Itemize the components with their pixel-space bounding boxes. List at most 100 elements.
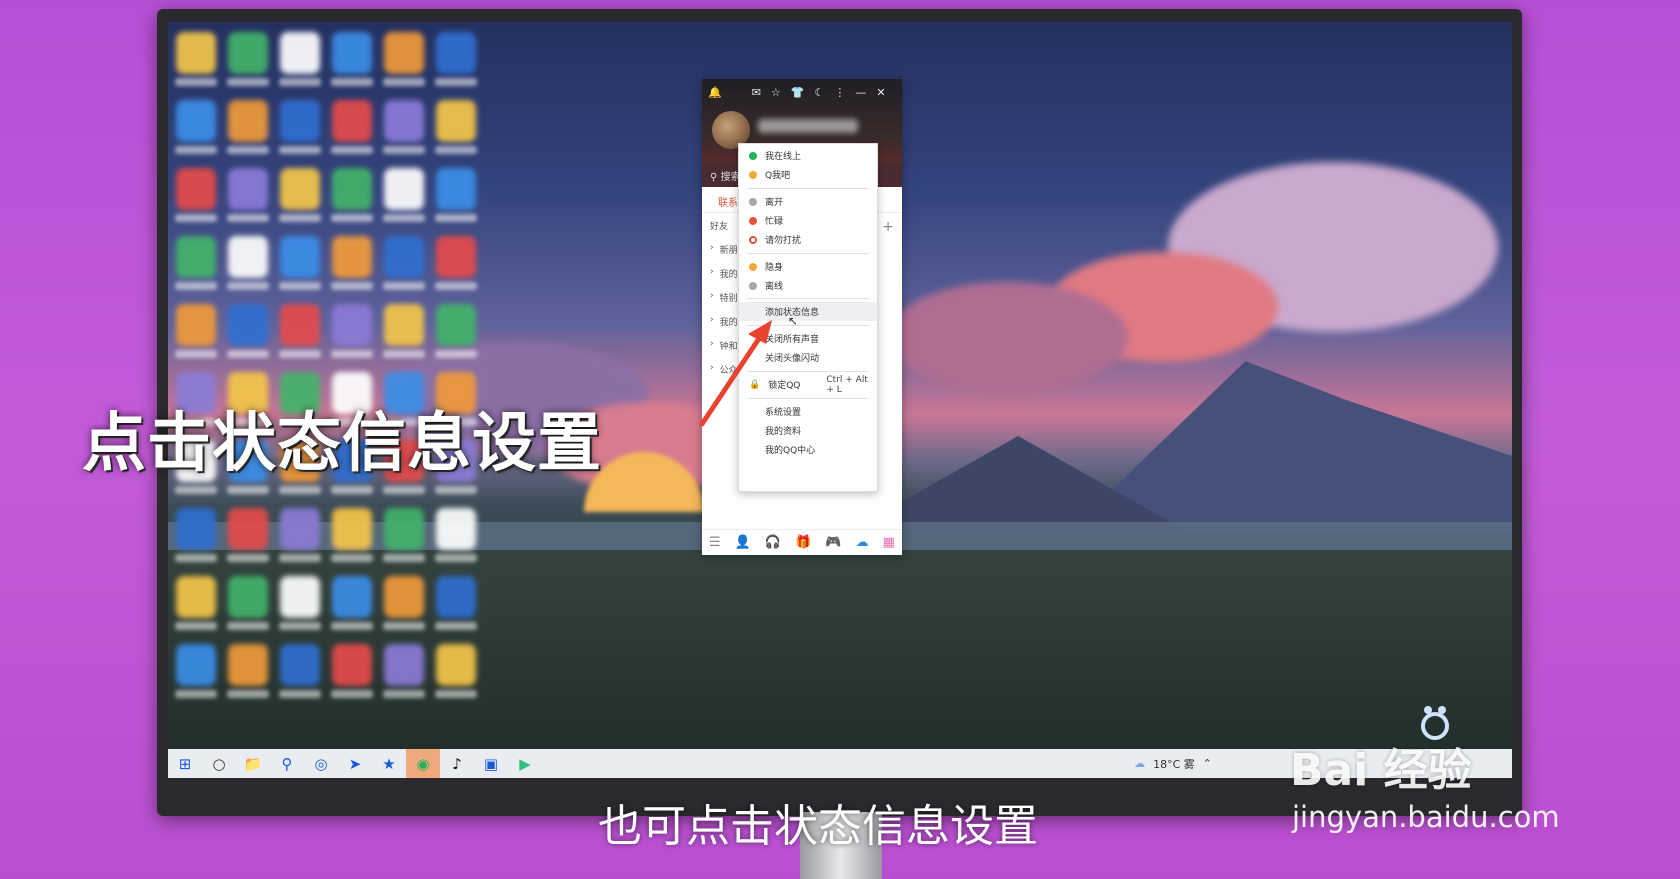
search-icon[interactable]: ○ <box>202 749 236 778</box>
contacts-icon[interactable]: 👤 <box>735 535 751 550</box>
desktop-app-icon[interactable] <box>436 304 476 346</box>
game-icon[interactable]: 🎮 <box>825 535 841 550</box>
desktop-app-icon[interactable] <box>332 576 372 618</box>
menu-item-system-settings[interactable]: 系统设置 <box>739 402 877 421</box>
desktop-app-icon[interactable] <box>228 100 268 142</box>
close-icon[interactable]: ✕ <box>876 86 885 99</box>
desktop-app-icon[interactable] <box>280 304 320 346</box>
more-icon[interactable]: ⋮ <box>834 86 845 99</box>
desktop-app-icon[interactable] <box>280 100 320 142</box>
desktop-app-icon[interactable] <box>280 168 320 210</box>
desktop-app-icon[interactable] <box>384 644 424 686</box>
desktop-app-icon[interactable] <box>332 508 372 550</box>
shirt-icon[interactable]: 👕 <box>791 86 805 99</box>
menu-item-my-qq-center[interactable]: 我的QQ中心 <box>739 440 877 459</box>
star-icon[interactable]: ☆ <box>771 86 781 99</box>
music-icon[interactable]: 🎧 <box>765 535 781 550</box>
bird-app-icon[interactable]: ➤ <box>338 749 372 778</box>
desktop-app-icon[interactable] <box>280 508 320 550</box>
sogou-icon[interactable]: ★ <box>372 749 406 778</box>
mail-icon[interactable]: ✉ <box>752 86 761 99</box>
desktop-app-icon[interactable] <box>228 644 268 686</box>
desktop-app-icon[interactable] <box>176 576 216 618</box>
desktop-app-icon[interactable] <box>436 508 476 550</box>
menu-item-do-not-disturb[interactable]: 请勿打扰 <box>739 230 877 249</box>
desktop-app-icon[interactable] <box>280 236 320 278</box>
menu-item-busy[interactable]: 忙碌 <box>739 211 877 230</box>
desktop-app-icon[interactable] <box>332 100 372 142</box>
apps-icon[interactable]: ▦ <box>883 535 895 550</box>
desktop-app-icon[interactable] <box>332 304 372 346</box>
bell-icon[interactable]: 🔔 <box>708 86 722 99</box>
desktop-app-icon[interactable] <box>436 644 476 686</box>
desktop-app-icon[interactable] <box>436 100 476 142</box>
desktop-app-icon[interactable] <box>436 576 476 618</box>
desktop-app-icon[interactable] <box>228 236 268 278</box>
chevron-up-icon[interactable]: ⌃ <box>1203 757 1212 770</box>
moon-icon[interactable]: ☾ <box>815 86 825 99</box>
desktop-app-icon[interactable] <box>384 576 424 618</box>
list-item-label: 好友 <box>710 222 729 232</box>
desktop-app-icon[interactable] <box>384 100 424 142</box>
menu-item-q-me[interactable]: Q我吧 <box>739 165 877 184</box>
cloud-icon[interactable]: ☁ <box>856 535 869 550</box>
gift-icon[interactable]: 🎁 <box>795 535 811 550</box>
desktop-app-label <box>435 690 477 698</box>
desktop-app-icon[interactable] <box>228 32 268 74</box>
menu-item-my-profile[interactable]: 我的资料 <box>739 421 877 440</box>
desktop-app-icon[interactable] <box>228 304 268 346</box>
menu-item-online[interactable]: 我在线上 <box>739 146 877 165</box>
desktop-app-icon[interactable] <box>176 508 216 550</box>
desktop-app-icon[interactable] <box>384 508 424 550</box>
desktop-app-icon[interactable] <box>228 576 268 618</box>
desktop-app-icon[interactable] <box>280 576 320 618</box>
tiktok-icon[interactable]: ♪ <box>440 749 474 778</box>
video-player-icon[interactable]: ▶ <box>508 749 542 778</box>
desktop-app-icon[interactable] <box>176 304 216 346</box>
desktop-app-icon[interactable] <box>280 644 320 686</box>
desktop-app-icon[interactable] <box>176 236 216 278</box>
desktop-app-icon[interactable] <box>280 32 320 74</box>
desktop-app-icon[interactable] <box>436 236 476 278</box>
folder-icon[interactable]: 📁 <box>236 749 270 778</box>
desktop-app-icon[interactable] <box>384 304 424 346</box>
minimize-icon[interactable]: — <box>855 86 866 99</box>
menu-item-invisible[interactable]: 隐身 <box>739 257 877 276</box>
menu-item-stop-avatar-flash[interactable]: 关闭头像闪动 <box>739 348 877 367</box>
desktop-app-icon[interactable] <box>436 168 476 210</box>
wechat-icon[interactable]: ◉ <box>406 749 440 778</box>
desktop-app-icon[interactable] <box>228 508 268 550</box>
screenshot-app-icon[interactable]: ▣ <box>474 749 508 778</box>
menu-icon[interactable]: ☰ <box>709 535 721 550</box>
desktop-app-icon[interactable] <box>176 644 216 686</box>
menu-item-away[interactable]: 离开 <box>739 192 877 211</box>
desktop-app-icon[interactable] <box>384 168 424 210</box>
desktop-app-label <box>175 146 217 154</box>
tab-contacts[interactable]: 联系 <box>718 198 738 209</box>
browser-icon[interactable]: ⚲ <box>270 749 304 778</box>
desktop-app-icon[interactable] <box>436 32 476 74</box>
desktop-app-icon[interactable] <box>384 32 424 74</box>
desktop-app-label <box>331 622 373 630</box>
desktop-app-icon[interactable] <box>176 32 216 74</box>
list-item-label: 公众 <box>719 366 738 376</box>
desktop-app-icon[interactable] <box>332 168 372 210</box>
menu-item-lock-qq[interactable]: 🔒 锁定QQ Ctrl + Alt + L <box>739 374 877 395</box>
menu-item-mute-all[interactable]: 关闭所有声音 <box>739 329 877 348</box>
desktop-app-icon[interactable] <box>228 168 268 210</box>
desktop-app-icon[interactable] <box>332 644 372 686</box>
weather-text[interactable]: 18°C 雾 <box>1153 756 1195 772</box>
menu-item-shortcut: Ctrl + Alt + L <box>826 374 868 395</box>
desktop-app-label <box>175 554 217 562</box>
desktop-app-icon[interactable] <box>332 32 372 74</box>
desktop-app-icon[interactable] <box>332 236 372 278</box>
edge-icon[interactable]: ◎ <box>304 749 338 778</box>
desktop-app-icon[interactable] <box>176 168 216 210</box>
menu-item-label: 锁定QQ <box>768 381 801 391</box>
windows-start-icon[interactable]: ⊞ <box>168 749 202 778</box>
menu-item-offline[interactable]: 离线 <box>739 276 877 295</box>
desktop-app-icon[interactable] <box>384 236 424 278</box>
menu-item-add-status-info[interactable]: 添加状态信息 <box>739 302 877 321</box>
desktop-app-label <box>227 622 269 630</box>
desktop-app-icon[interactable] <box>176 100 216 142</box>
